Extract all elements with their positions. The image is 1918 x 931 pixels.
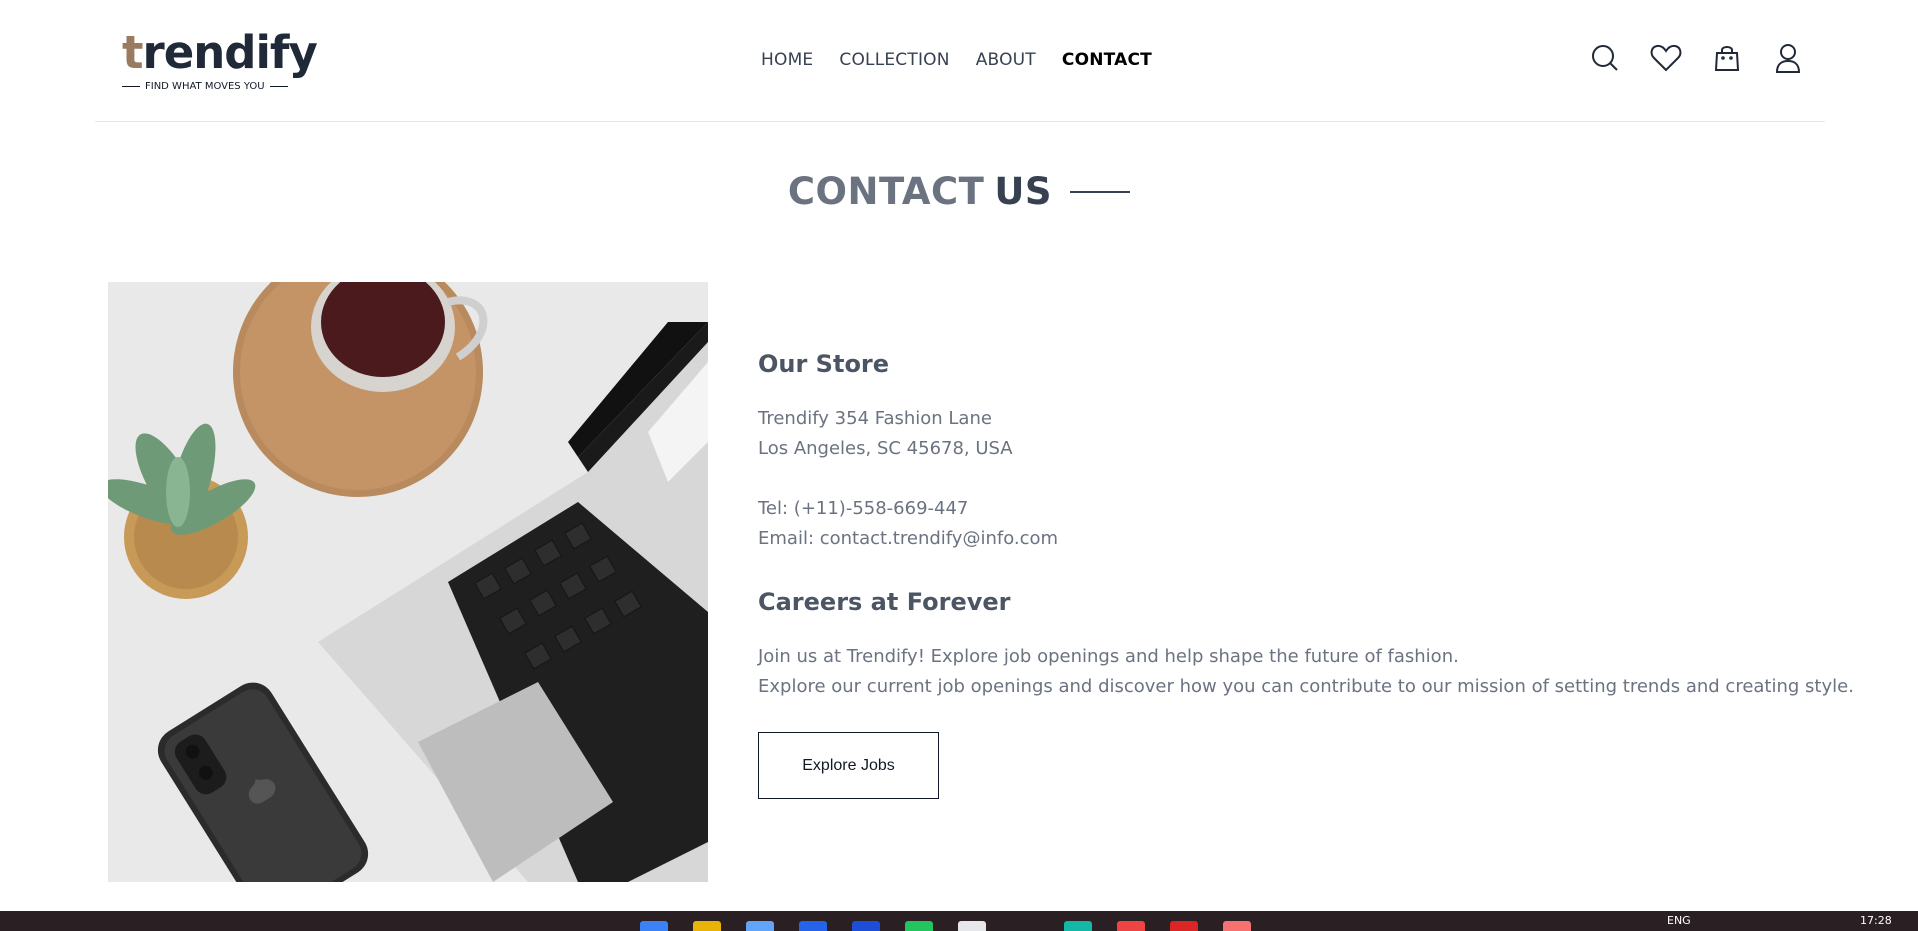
page: trendify FIND WHAT MOVES YOU HOME COLLEC… — [0, 0, 1918, 931]
document-app-icon[interactable] — [958, 921, 986, 931]
brand-tagline: FIND WHAT MOVES YOU — [122, 81, 297, 92]
nav-collection[interactable]: COLLECTION — [839, 50, 949, 70]
store-app-icon[interactable] — [746, 921, 774, 931]
tagline-line-right — [269, 86, 288, 87]
header-actions — [1588, 41, 1805, 75]
file-explorer-icon[interactable] — [693, 921, 721, 931]
careers-heading: Careers at Forever — [758, 588, 1011, 616]
site-header: trendify FIND WHAT MOVES YOU HOME COLLEC… — [95, 0, 1825, 122]
store-contact: Tel: (+11)-558-669-447 Email: contact.tr… — [758, 494, 1858, 554]
chat-app-icon[interactable] — [905, 921, 933, 931]
careers-line-1: Join us at Trendify! Explore job opening… — [758, 646, 1459, 667]
page-title: CONTACT US — [0, 170, 1918, 213]
store-email: Email: contact.trendify@info.com — [758, 528, 1059, 549]
os-taskbar: ENG 17:28 — [0, 911, 1918, 931]
language-indicator[interactable]: ENG — [1667, 914, 1691, 927]
browser-teal-icon[interactable] — [1064, 921, 1092, 931]
contact-info: Our Store Trendify 354 Fashion Lane Los … — [758, 350, 1858, 799]
search-icon[interactable] — [1588, 41, 1622, 75]
nav-contact[interactable]: CONTACT — [1062, 50, 1152, 70]
shopping-bag-icon[interactable] — [1710, 41, 1744, 75]
browser-active-icon[interactable] — [1117, 921, 1145, 931]
blank-slot-icon — [1011, 921, 1039, 931]
tagline-text: FIND WHAT MOVES YOU — [145, 81, 265, 92]
editor-app-icon[interactable] — [799, 921, 827, 931]
address-line-2: Los Angeles, SC 45678, USA — [758, 438, 1013, 459]
title-underline — [1070, 190, 1131, 193]
user-icon[interactable] — [1771, 41, 1805, 75]
contact-image — [108, 282, 708, 882]
brand-logo[interactable]: trendify FIND WHAT MOVES YOU — [122, 26, 318, 92]
careers-description: Join us at Trendify! Explore job opening… — [758, 642, 1858, 702]
heart-icon[interactable] — [1649, 41, 1683, 75]
main-nav: HOME COLLECTION ABOUT CONTACT — [761, 50, 1152, 70]
desk-illustration — [108, 282, 708, 882]
nav-home[interactable]: HOME — [761, 50, 813, 70]
store-address: Trendify 354 Fashion Lane Los Angeles, S… — [758, 404, 1858, 464]
brand-initial: t — [122, 26, 143, 79]
mail-app-icon[interactable] — [852, 921, 880, 931]
start-icon[interactable] — [640, 921, 668, 931]
clock[interactable]: 17:28 — [1860, 914, 1892, 927]
tagline-line-left — [122, 86, 140, 87]
taskbar-apps — [640, 921, 1251, 931]
store-heading: Our Store — [758, 350, 890, 378]
store-phone: Tel: (+11)-558-669-447 — [758, 498, 969, 519]
paint-app-icon[interactable] — [1223, 921, 1251, 931]
media-app-icon[interactable] — [1170, 921, 1198, 931]
brand-wordmark: trendify — [122, 26, 318, 79]
page-title-part1: CONTACT — [787, 170, 985, 213]
page-title-part2: US — [994, 170, 1053, 213]
address-line-1: Trendify 354 Fashion Lane — [758, 408, 992, 429]
explore-jobs-button[interactable]: Explore Jobs — [758, 732, 939, 799]
brand-name-rest: rendify — [142, 26, 318, 79]
careers-line-2: Explore our current job openings and dis… — [758, 676, 1854, 697]
nav-about[interactable]: ABOUT — [976, 50, 1036, 70]
